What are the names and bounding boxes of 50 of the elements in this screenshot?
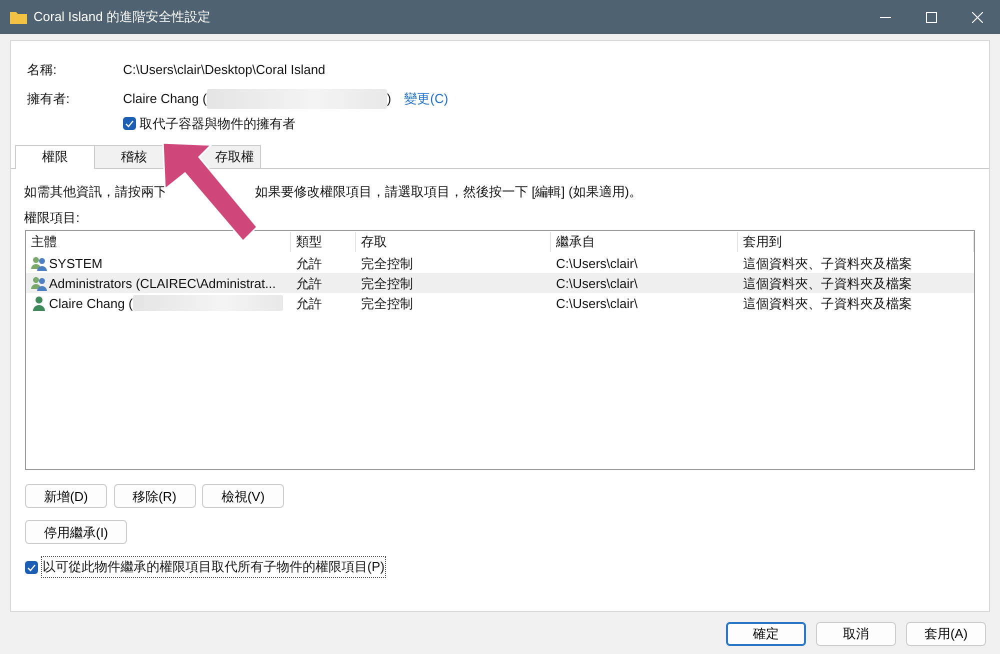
table-row[interactable]: Claire Chang ( 允許 完全控制 C:\Users\clair\ 這個資料夾、子資料夾及檔案	[26, 293, 974, 314]
table-cell-text: 這個資料夾、子資料夾及檔案	[742, 274, 913, 292]
column-header[interactable]: 類型	[291, 232, 356, 252]
permission-entries-label: 權限項目:	[24, 208, 81, 226]
table-cell-text: 這個資料夾、子資料夾及檔案	[742, 294, 913, 312]
change-owner-link[interactable]: 變更(C)	[404, 88, 448, 108]
table-cell-text: 完全控制	[360, 254, 414, 272]
dialog-button[interactable]: 取消	[816, 622, 896, 646]
table-cell-text: C:\Users\clair\	[555, 294, 639, 312]
table-cell-text: 完全控制	[360, 294, 414, 312]
owner-value: )	[386, 90, 392, 108]
folder-icon	[10, 10, 27, 24]
instruction-text: 如果要修改權限項目，請選取項目，然後按一下 [編輯] (如果適用)。	[255, 182, 642, 201]
table-cell-text: 允許	[295, 254, 323, 272]
column-header[interactable]: 存取	[356, 232, 551, 252]
column-header[interactable]: 繼承自	[551, 232, 738, 252]
window-title: Coral Island 的進階安全性設定	[34, 8, 210, 26]
table-cell-text: C:\Users\clair\	[555, 274, 639, 292]
table-cell-text: Administrators (CLAIREC\Administrat...	[48, 274, 276, 293]
owner-value: Claire Chang (	[123, 90, 207, 108]
table-cell-text: SYSTEM	[48, 254, 102, 272]
action-button[interactable]: 新增(D)	[25, 484, 107, 508]
checkbox-label: 取代子容器與物件的擁有者	[139, 114, 296, 133]
checkbox[interactable]	[123, 117, 136, 130]
table-cell-text: Claire Chang (	[48, 294, 133, 313]
users-icon	[31, 255, 47, 272]
disable-inheritance-button[interactable]: 停用繼承(I)	[25, 520, 127, 544]
column-header[interactable]: 套用到	[738, 232, 974, 252]
table-cell-text: C:\Users\clair\	[555, 254, 639, 272]
user-icon	[31, 295, 47, 312]
maximize-icon	[926, 12, 936, 22]
users-icon	[31, 275, 47, 292]
close-icon	[972, 12, 982, 22]
table-cell-text: 完全控制	[360, 274, 414, 292]
dialog-button[interactable]: 確定	[726, 622, 806, 646]
table-cell-text: 允許	[295, 294, 323, 312]
owner-label: 擁有者:	[27, 90, 71, 108]
checkbox[interactable]	[25, 560, 38, 574]
table-row[interactable]: SYSTEM 允許 完全控制 C:\Users\clair\ 這個資料夾、子資料夾及檔案	[26, 253, 974, 274]
action-button[interactable]: 檢視(V)	[202, 484, 284, 508]
name-label: 名稱:	[27, 61, 58, 80]
table-cell-text: 這個資料夾、子資料夾及檔案	[742, 254, 913, 272]
table-cell-text: 允許	[295, 274, 323, 292]
instruction-text: 如需其他資訊，請按兩下	[24, 182, 167, 200]
checkbox-label: 以可從此物件繼承的權限項目取代所有子物件的權限項目(P)	[41, 556, 386, 578]
table-row[interactable]: Administrators (CLAIREC\Administrat... 允許 完全控制 C:\Users\clair\ 這個資料夾、子資料夾及檔案	[26, 273, 974, 294]
tab[interactable]: 權限	[15, 144, 95, 168]
dialog-button[interactable]: 套用(A)	[906, 622, 986, 646]
action-button[interactable]: 移除(R)	[114, 484, 196, 508]
name-value: C:\Users\clair\Desktop\Coral Island	[123, 61, 326, 80]
